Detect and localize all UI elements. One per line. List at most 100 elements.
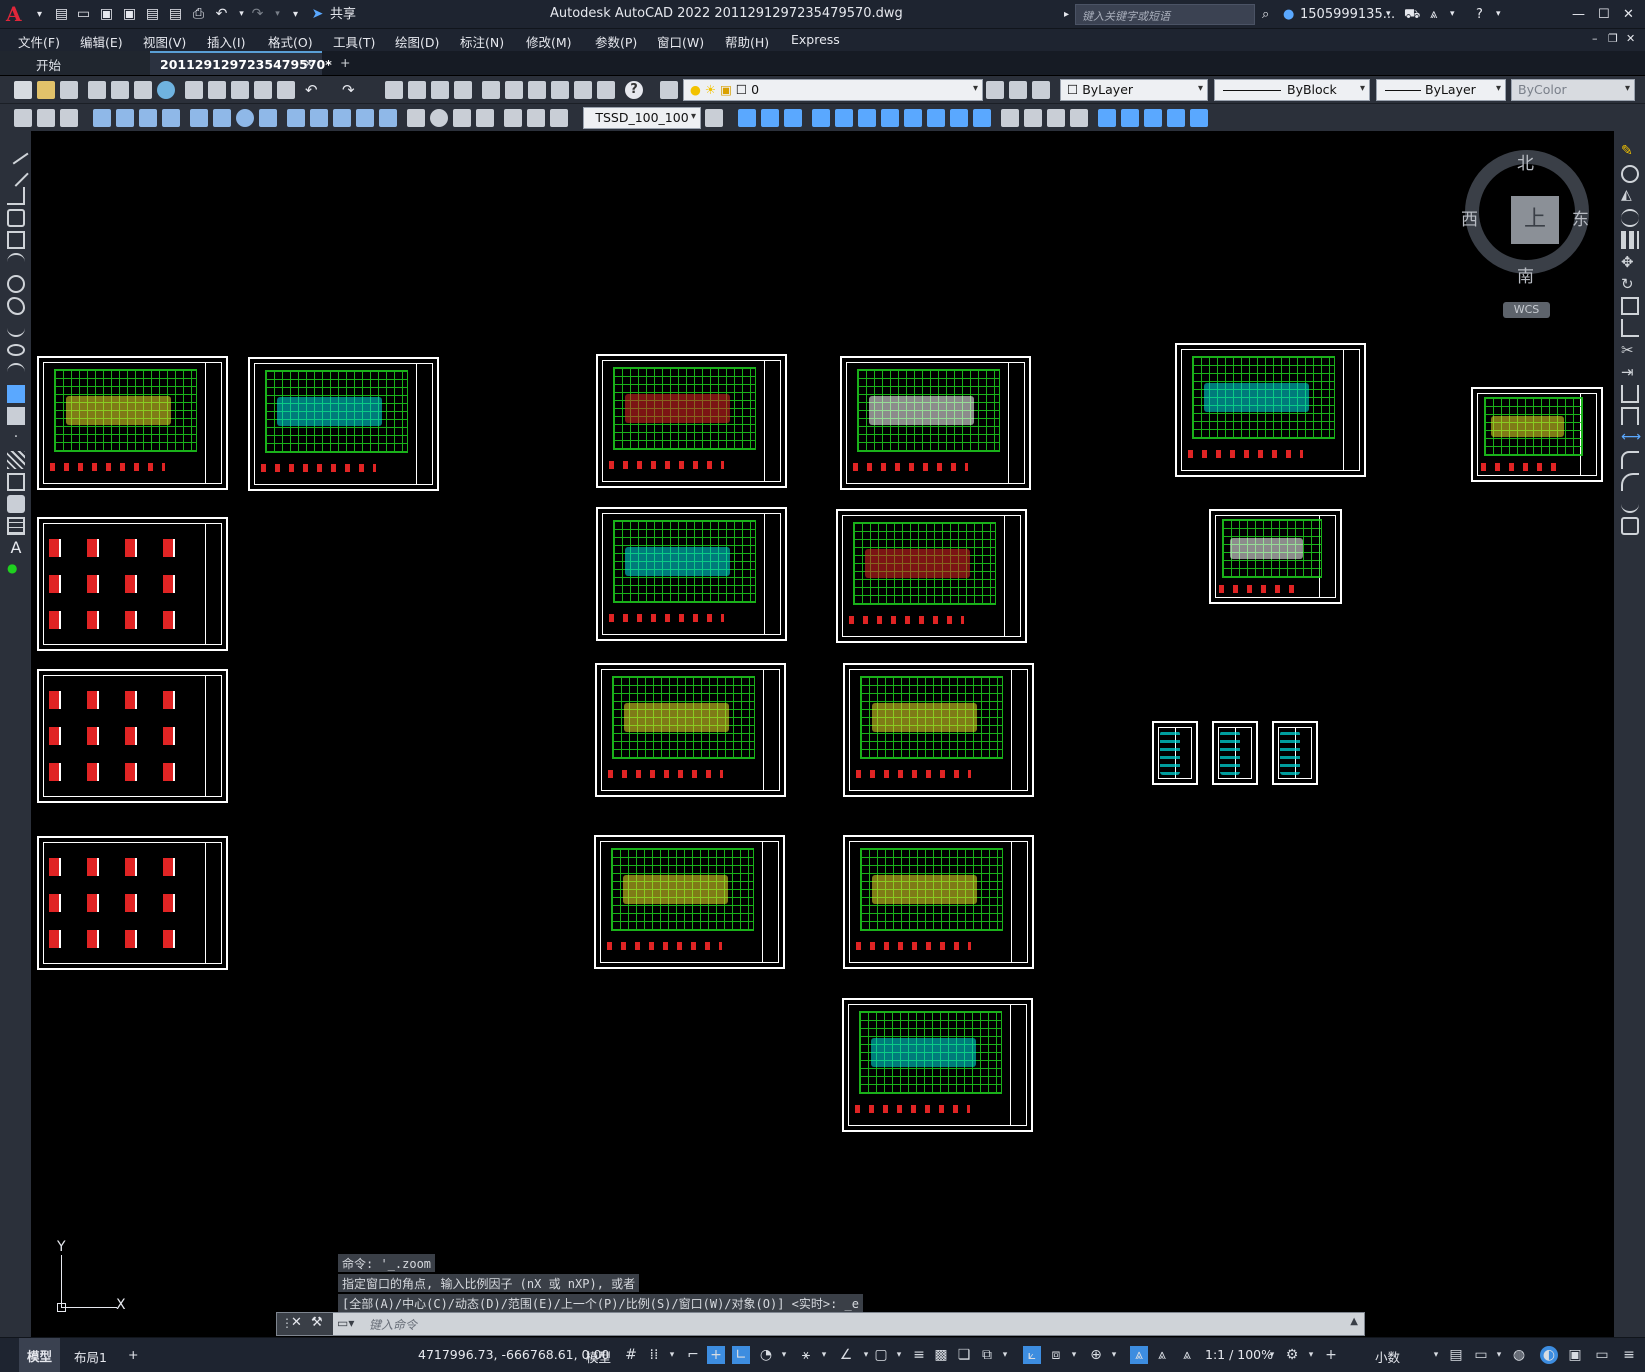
zoom-window-icon[interactable]	[431, 81, 449, 99]
3d-osnap-dropdown-icon[interactable]: ▾	[996, 1346, 1014, 1364]
plot-icon[interactable]: ⎙	[189, 5, 208, 24]
save-as-icon[interactable]: ▣	[120, 5, 139, 24]
close-button[interactable]: ✕	[1623, 5, 1634, 24]
linetype-combo[interactable]: ByBlock ▾	[1214, 79, 1370, 101]
plotstyle-combo[interactable]: ByColor ▾	[1511, 79, 1635, 101]
viewcube-west[interactable]: 西	[1461, 205, 1478, 230]
menu-format[interactable]: 格式(O)	[268, 32, 313, 51]
trim-icon[interactable]: ✂	[1621, 341, 1639, 359]
color-combo[interactable]: ☐ ByLayer ▾	[1060, 79, 1208, 101]
erase-icon[interactable]: ✎	[1621, 143, 1639, 161]
cart-icon[interactable]: ⛟	[1404, 5, 1420, 24]
mirror-icon[interactable]: ◭	[1621, 187, 1639, 205]
copy-icon[interactable]	[1621, 165, 1639, 183]
blend-curves-icon[interactable]	[1621, 495, 1639, 513]
view-icon-5[interactable]	[835, 109, 853, 127]
drawing-sheet[interactable]	[596, 507, 787, 641]
help-icon[interactable]: ?	[1476, 5, 1483, 24]
baseline-icon[interactable]	[310, 109, 328, 127]
infer-constraints-icon[interactable]: ⌐	[684, 1346, 702, 1364]
join-icon[interactable]: ⟷	[1621, 429, 1641, 447]
redo-icon[interactable]: ↷	[342, 81, 360, 99]
gizmo-icon[interactable]: ⊕	[1087, 1346, 1105, 1364]
circle-icon[interactable]	[7, 275, 25, 293]
arc-length-icon[interactable]	[139, 109, 157, 127]
grid-icon[interactable]: #	[622, 1346, 640, 1364]
extend-icon[interactable]: ⇥	[1621, 363, 1639, 381]
hatch-icon[interactable]	[7, 451, 25, 469]
units-value[interactable]: 小数	[1375, 1347, 1400, 1366]
drawing-sheet[interactable]	[1175, 343, 1366, 477]
lock-ui-dropdown-icon[interactable]: ▾	[1490, 1346, 1508, 1364]
view-icon-11[interactable]	[973, 109, 991, 127]
move-icon[interactable]: ✥	[1621, 253, 1639, 271]
drawing-sheet[interactable]	[248, 357, 439, 491]
ucs-icon-4[interactable]	[1167, 109, 1185, 127]
workspace-dropdown-icon[interactable]: ▾	[1302, 1346, 1320, 1364]
make-object-layer-current-icon[interactable]	[986, 81, 1004, 99]
ortho-icon[interactable]: ∟	[732, 1346, 750, 1364]
dim-style-icon[interactable]	[705, 109, 723, 127]
autodesk-app-icon[interactable]: ⩓	[1430, 5, 1437, 24]
layer-properties-icon[interactable]	[660, 81, 678, 99]
aligned-dim-icon[interactable]	[116, 109, 134, 127]
customize-qat-icon[interactable]: ▾	[286, 5, 305, 24]
ucs-icon-3[interactable]	[1144, 109, 1162, 127]
save-icon[interactable]: ▣	[97, 5, 116, 24]
doc-minimize-button[interactable]: –	[1592, 32, 1598, 45]
history-expand-icon[interactable]: ▲	[1350, 1316, 1358, 1327]
ellipse-arc-icon[interactable]	[7, 363, 25, 381]
match-properties-icon[interactable]	[254, 81, 272, 99]
visual-style-icon-4[interactable]	[1070, 109, 1088, 127]
view-icon-4[interactable]	[812, 109, 830, 127]
customization-icon[interactable]: ▭	[1593, 1346, 1611, 1364]
hardware-acceleration-icon[interactable]: ◐	[1540, 1346, 1558, 1364]
ordinate-icon[interactable]	[162, 109, 180, 127]
add-layout-button[interactable]: +	[128, 1347, 138, 1362]
command-line[interactable]: ⋮ ✕ ⚒ ▭▾ 键入命令 ▲	[276, 1312, 1365, 1336]
dimstyle-combo[interactable]: TSSD_100_100 ▾	[583, 107, 701, 129]
open-icon[interactable]	[37, 81, 55, 99]
ellipse-icon[interactable]	[7, 344, 25, 356]
doc-restore-button[interactable]: ❐	[1608, 32, 1618, 45]
drawing-sheet[interactable]	[843, 663, 1034, 797]
tab-document[interactable]: 2011291297235479570* ✕	[150, 51, 332, 75]
paste-icon[interactable]	[231, 81, 249, 99]
visual-style-icon-2[interactable]	[1024, 109, 1042, 127]
view-icon-6[interactable]	[858, 109, 876, 127]
annotation-visibility-icon[interactable]: ⩓	[1130, 1346, 1148, 1364]
coordinates-readout[interactable]: 4717996.73, -666768.61, 0.00	[418, 1347, 609, 1362]
layout-tab-model[interactable]: 模型	[19, 1338, 61, 1372]
menu-view[interactable]: 视图(V)	[143, 32, 186, 51]
insert-block-icon[interactable]	[7, 385, 25, 403]
doc-close-button[interactable]: ✕	[1626, 32, 1635, 45]
polyline-icon[interactable]	[7, 187, 25, 205]
visual-style-icon-3[interactable]	[1047, 109, 1065, 127]
redo-dropdown-icon[interactable]: ▾	[268, 5, 287, 24]
menu-express[interactable]: Express	[791, 32, 840, 47]
recent-commands-icon[interactable]: ▭▾	[337, 1316, 354, 1330]
drawing-sheet[interactable]	[842, 998, 1033, 1132]
web-mobile-open-icon[interactable]: ▤	[143, 5, 162, 24]
search-input[interactable]: 键入关键字或短语	[1075, 4, 1255, 25]
drawing-sheet[interactable]	[595, 663, 786, 797]
auto-scale-icon[interactable]: ⩓	[1153, 1346, 1171, 1364]
diameter-icon[interactable]	[236, 109, 254, 127]
tool-icon-2[interactable]	[37, 109, 55, 127]
new-tab-button[interactable]: +	[330, 51, 360, 75]
quickcalc-icon[interactable]	[597, 81, 615, 99]
point-icon[interactable]: ·	[7, 429, 25, 447]
lock-ui-icon[interactable]: ▭	[1472, 1346, 1490, 1364]
clean-screen-icon[interactable]: ▣	[1566, 1346, 1584, 1364]
space-icon[interactable]	[356, 109, 374, 127]
share-icon[interactable]: ➤	[308, 5, 327, 24]
close-tab-icon[interactable]: ✕	[304, 56, 314, 71]
layer-previous-icon[interactable]	[1009, 81, 1027, 99]
lineweight-icon[interactable]: ≡	[910, 1346, 928, 1364]
rotate-icon[interactable]: ↻	[1621, 275, 1639, 293]
menu-tools[interactable]: 工具(T)	[333, 32, 375, 51]
break-icon[interactable]	[1621, 407, 1639, 425]
menu-file[interactable]: 文件(F)	[18, 32, 60, 51]
undo-icon[interactable]: ↶	[305, 81, 323, 99]
gradient-icon[interactable]	[7, 473, 25, 491]
